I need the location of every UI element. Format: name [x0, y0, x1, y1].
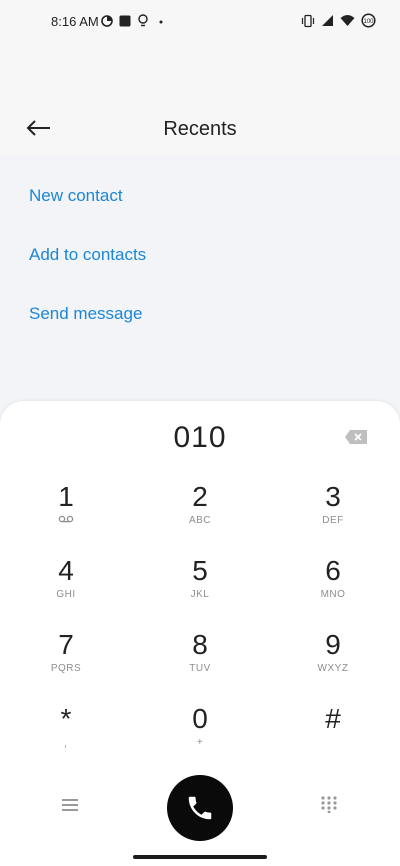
new-contact-button[interactable]: New contact [29, 186, 123, 206]
status-bar: 8:16 AM 100 [0, 0, 400, 44]
page-title: Recents [163, 118, 237, 140]
battery-level: 100 [363, 19, 374, 25]
key-digit: 0 [192, 703, 208, 734]
key-letters [288, 737, 378, 749]
wifi-icon [340, 15, 355, 26]
dial-key-hash[interactable]: # [288, 703, 378, 763]
phone-icon [188, 796, 212, 820]
dial-key-0[interactable]: 0 + [155, 703, 245, 763]
signal-icon [322, 15, 333, 26]
send-message-button[interactable]: Send message [29, 304, 142, 324]
key-digit: 3 [325, 481, 341, 512]
battery-icon: 100 [361, 13, 376, 28]
key-letters: WXYZ [317, 663, 349, 674]
voicemail-icon [58, 515, 74, 523]
contact-actions: New contact Add to contacts Send message [0, 156, 400, 401]
key-digit: * [60, 703, 72, 734]
key-digit: 8 [192, 629, 208, 660]
dial-key-7[interactable]: 7 PQRS [21, 629, 111, 689]
dot-icon [159, 20, 163, 23]
status-time: 8:16 AM [51, 14, 99, 29]
key-letters: ABC [188, 515, 212, 526]
dial-key-9[interactable]: 9 WXYZ [288, 629, 378, 689]
key-digit: 9 [325, 629, 341, 660]
square-notification-icon [119, 15, 131, 26]
key-letters [21, 515, 111, 527]
status-left-icons [101, 14, 167, 27]
key-digit: 5 [192, 555, 208, 586]
key-digit: 6 [325, 555, 341, 586]
dial-key-6[interactable]: 6 MNO [288, 555, 378, 615]
dial-key-5[interactable]: 5 JKL [155, 555, 245, 615]
key-letters: DEF [322, 515, 344, 526]
key-digit: 2 [192, 481, 208, 512]
backspace-icon[interactable] [344, 429, 368, 445]
key-digit: # [325, 703, 341, 734]
key-letters: PQRS [50, 663, 82, 674]
dial-key-1[interactable]: 1 [21, 481, 111, 541]
status-right-icons: 100 [301, 13, 376, 28]
add-to-contacts-button[interactable]: Add to contacts [29, 245, 146, 265]
key-letters: TUV [189, 663, 211, 674]
key-digit: 4 [58, 555, 74, 586]
dial-key-star[interactable]: * ⸴ [21, 703, 111, 763]
key-letters: JKL [190, 589, 210, 600]
vibrate-icon [301, 14, 315, 27]
key-letters: GHI [56, 589, 76, 600]
home-indicator[interactable] [133, 855, 267, 859]
bottom-bar [0, 775, 400, 841]
key-letters: ⸴ [64, 740, 68, 751]
dial-key-4[interactable]: 4 GHI [21, 555, 111, 615]
bulb-icon [138, 14, 148, 27]
dial-key-3[interactable]: 3 DEF [288, 481, 378, 541]
dial-key-2[interactable]: 2 ABC [155, 481, 245, 541]
key-letters: + [196, 737, 204, 748]
key-letters: MNO [320, 589, 346, 600]
dialed-number: 010 [173, 421, 227, 454]
menu-icon[interactable] [60, 797, 80, 813]
dial-key-8[interactable]: 8 TUV [155, 629, 245, 689]
data-saver-icon [101, 14, 113, 27]
key-digit: 7 [58, 629, 74, 660]
call-button[interactable] [167, 775, 233, 841]
key-digit: 1 [58, 481, 74, 512]
keypad-icon[interactable] [320, 795, 338, 813]
